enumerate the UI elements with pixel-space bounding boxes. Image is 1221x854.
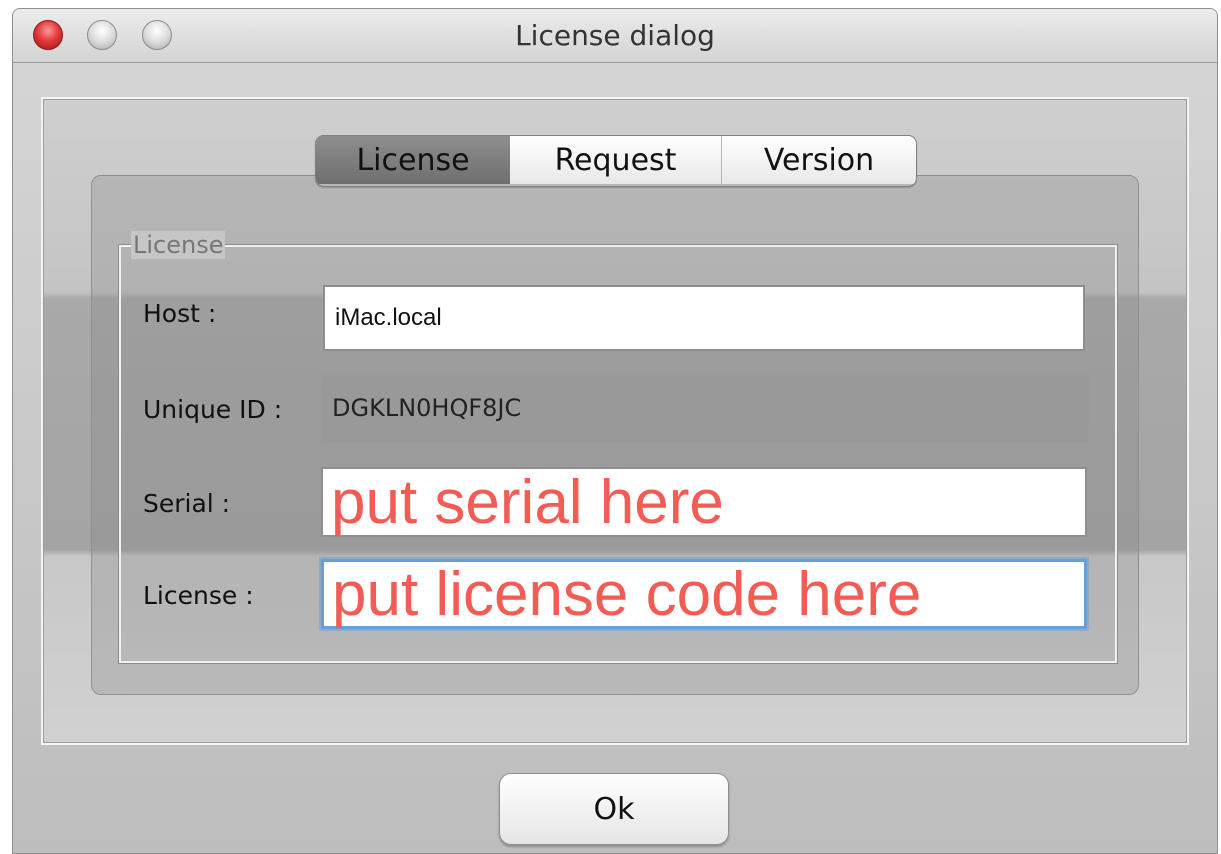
license-label: License : [143,581,254,610]
groupbox-title: License [131,231,226,259]
license-input[interactable]: put license code here [321,559,1087,629]
host-input[interactable]: iMac.local [323,285,1085,351]
tab-license[interactable]: License [316,136,510,184]
license-dialog-window: License dialog License Request Version L… [12,8,1218,854]
license-groupbox: License Host : iMac.local Unique ID : DG… [119,231,1117,663]
ok-button[interactable]: Ok [499,773,729,845]
host-label: Host : [143,299,217,328]
unique-id-value: DGKLN0HQF8JC [321,373,1089,443]
tab-bar: License Request Version [315,135,917,187]
unique-id-label: Unique ID : [143,395,283,424]
serial-input[interactable]: put serial here [321,467,1087,537]
tab-request[interactable]: Request [510,136,722,184]
tab-version[interactable]: Version [722,136,916,184]
title-bar: License dialog [13,9,1217,63]
dialog-content: License Request Version License Host : i… [41,97,1189,745]
window-title: License dialog [515,19,715,52]
serial-label: Serial : [143,489,231,518]
